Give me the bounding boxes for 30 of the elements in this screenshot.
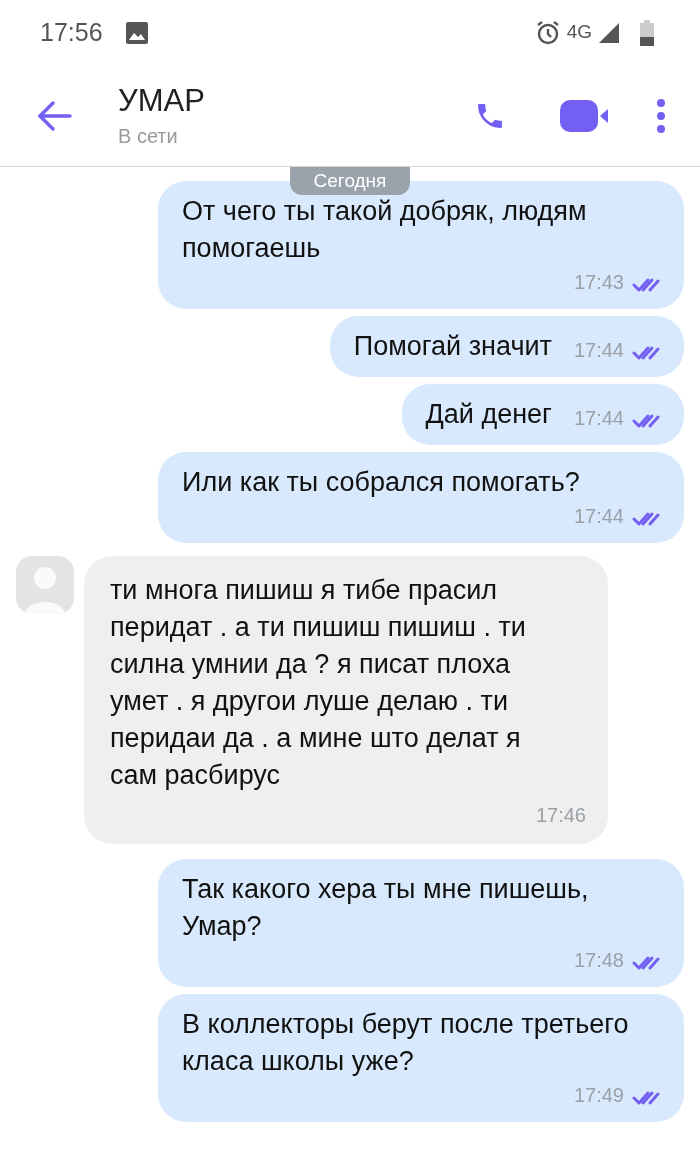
message-bubble[interactable]: Так какого хера ты мне пишешь, Умар? 17:48	[158, 859, 684, 987]
message-time: 17:44	[573, 338, 624, 363]
message-text: От чего ты такой добряк, людям помогаешь	[182, 195, 588, 265]
more-menu-icon[interactable]	[656, 98, 666, 133]
status-time: 17:56	[40, 16, 103, 48]
message-bubble[interactable]: В коллекторы берут после третьего класа школы уже? 17:49	[158, 994, 684, 1122]
message-time: 17:43	[573, 270, 624, 295]
message-text: Так какого хера ты мне пишешь, Умар?	[182, 873, 590, 943]
message-text: Помогай значит	[353, 330, 552, 363]
message-time: 17:46	[535, 803, 586, 828]
video-camera-icon[interactable]	[560, 99, 610, 132]
message-text: Дай денег	[425, 398, 552, 431]
message-bubble[interactable]: Или как ты собрался помогать? 17:44	[158, 452, 684, 543]
message-bubble[interactable]: Помогай значит 17:44	[329, 316, 684, 377]
message-bubble[interactable]: Дай денег 17:44	[401, 384, 684, 445]
message-text: ти многа пишиш я тибе прасил перидат . а ти пишиш пишиш . ти силна умнии да ? я писат плоха умет . я другои луше делаю . ти перидаи да . а мине што делат я сам расбирус	[110, 574, 527, 792]
date-badge: Сегодня	[290, 167, 410, 195]
battery-icon	[640, 19, 654, 46]
message-time: 17:48	[573, 948, 624, 973]
message-text: В коллекторы берут после третьего класа школы уже?	[182, 1008, 630, 1078]
contact-status: В сети	[118, 123, 179, 149]
message-bubble[interactable]: ти многа пишиш я тибе прасил перидат . а ти пишиш пишиш . ти силна умнии да ? я писат плоха умет . я другои луше делаю . ти перидаи да . а мине што делат я сам расбирус 17:46	[84, 556, 608, 844]
contact-name: УМАР	[118, 81, 205, 120]
message-time: 17:44	[573, 406, 624, 431]
image-icon	[124, 20, 149, 45]
message-text: Или как ты собрался помогать?	[182, 466, 581, 499]
network-type: 4G	[566, 20, 592, 45]
message-time: 17:49	[573, 1083, 624, 1108]
message-time: 17:44	[573, 504, 624, 529]
signal-icon	[598, 21, 620, 44]
